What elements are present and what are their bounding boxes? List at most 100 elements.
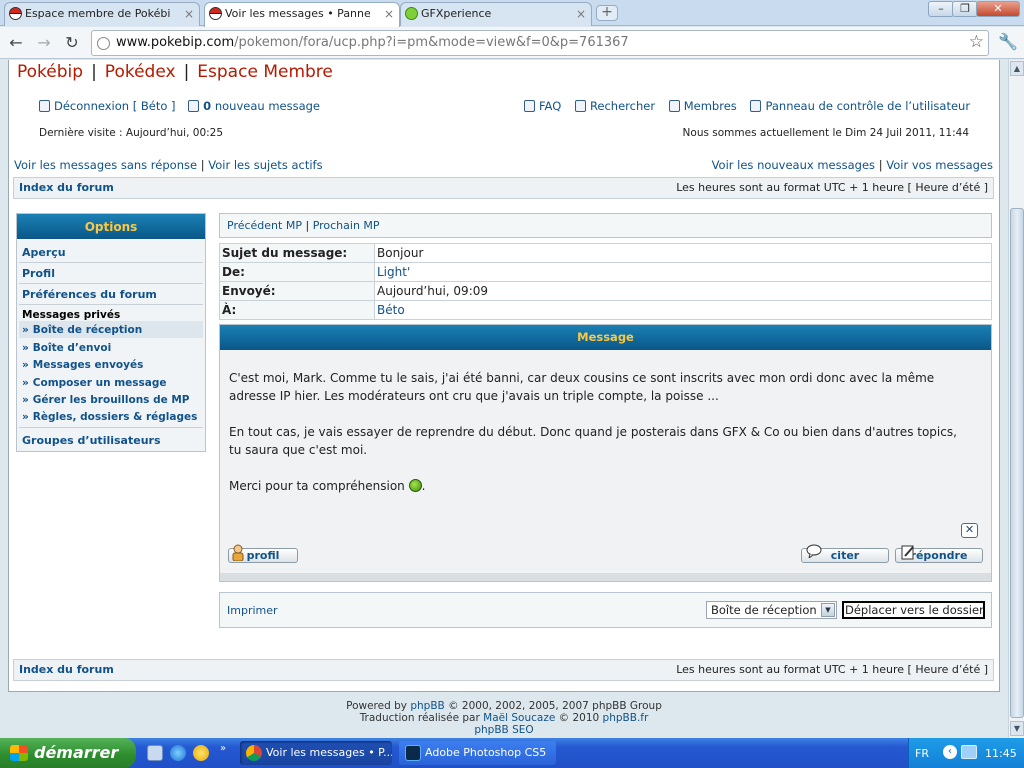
quote-button[interactable]: citer <box>801 544 889 563</box>
to-user-link[interactable]: Béto <box>377 303 405 317</box>
chevron-down-icon[interactable]: ▼ <box>821 603 835 617</box>
brand-espace-membre-link[interactable]: Espace Membre <box>197 62 333 82</box>
ucp-link[interactable]: Panneau de contrôle de l’utilisateur <box>765 99 970 113</box>
maximize-button[interactable]: ❐ <box>952 1 978 17</box>
scroll-up-icon[interactable]: ▲ <box>1010 61 1024 76</box>
phpbb-seo-link[interactable]: phpBB SEO <box>474 724 533 736</box>
tab-espace-membre[interactable]: Espace membre de Pokébip, p × <box>4 2 200 26</box>
options-menu: Options Aperçu Profil Préférences du for… <box>16 213 206 452</box>
tab-voir-les-messages[interactable]: Voir les messages • Panneau c × <box>204 2 400 27</box>
folder-select-value: Boîte de réception <box>711 603 817 617</box>
scroll-down-icon[interactable]: ▼ <box>1010 721 1024 736</box>
close-tab-icon[interactable]: × <box>184 3 194 25</box>
message-panel-title: Message <box>220 325 991 350</box>
menu-item-apercu[interactable]: Aperçu <box>22 246 66 259</box>
network-icon[interactable] <box>961 745 977 759</box>
windows-logo-icon <box>10 745 28 761</box>
quicklaunch-expand-icon[interactable]: » <box>220 743 226 754</box>
table-row: Envoyé: Aujourd’hui, 09:09 <box>219 281 992 301</box>
table-row: De: Light' <box>219 262 992 282</box>
back-arrow-icon[interactable]: ← <box>6 33 26 53</box>
active-topics-link[interactable]: Voir les sujets actifs <box>208 158 322 172</box>
phpbb-link[interactable]: phpBB <box>410 700 444 712</box>
sent-label: Envoyé: <box>219 281 375 301</box>
from-user-link[interactable]: Light' <box>377 265 410 279</box>
tray-expand-icon[interactable]: ‹ <box>943 745 957 759</box>
forum-index-link[interactable]: Index du forum <box>19 181 114 194</box>
next-pm-link[interactable]: Prochain MP <box>313 219 380 232</box>
new-messages-count[interactable]: 0 <box>203 99 211 113</box>
logout-link[interactable]: Déconnexion [ Béto ] <box>54 99 176 113</box>
message-paragraph: En tout cas, je vais essayer de reprendr… <box>229 425 957 457</box>
start-button[interactable]: démarrer <box>0 738 136 768</box>
to-label: À: <box>219 300 375 320</box>
pm-section-title: Messages privés <box>22 309 121 321</box>
report-button[interactable]: ✕ <box>961 523 978 538</box>
logout-icon <box>39 100 50 112</box>
profile-button[interactable]: profil <box>228 544 298 563</box>
messenger-icon[interactable] <box>193 745 209 761</box>
taskbar-window-chrome[interactable]: Voir les messages • P... <box>240 741 392 765</box>
page-scrollbar[interactable]: ▲ ▼ <box>1008 60 1024 738</box>
menu-item-preferences[interactable]: Préférences du forum <box>22 288 157 301</box>
tab-gfxperience[interactable]: GFXperience × <box>400 2 592 26</box>
folder-select[interactable]: Boîte de réception ▼ <box>706 601 837 619</box>
quick-links-right: Voir les nouveaux messages | Voir vos me… <box>712 158 993 172</box>
faq-link[interactable]: FAQ <box>539 99 561 113</box>
url-text[interactable]: www.pokebip.com/pokemon/fora/ucp.php?i=p… <box>116 35 629 50</box>
search-link[interactable]: Rechercher <box>590 99 655 113</box>
unanswered-posts-link[interactable]: Voir les messages sans réponse <box>14 158 197 172</box>
menu-item-drafts[interactable]: Gérer les brouillons de MP <box>22 394 190 406</box>
brand-separator: | <box>91 62 97 82</box>
close-tab-icon[interactable]: × <box>576 3 586 25</box>
new-messages-link[interactable]: nouveau message <box>215 99 320 113</box>
message-paragraph: C'est moi, Mark. Comme tu le sais, j'ai … <box>229 371 935 403</box>
brand-pokebip-link[interactable]: Pokébip <box>17 62 83 82</box>
sent-value: Aujourd’hui, 09:09 <box>374 281 992 301</box>
menu-item-outbox[interactable]: Boîte d’envoi <box>22 342 111 354</box>
taskbar-window-photoshop[interactable]: Adobe Photoshop CS5 <box>399 741 556 765</box>
reply-button[interactable]: répondre <box>895 545 983 563</box>
menu-item-groups[interactable]: Groupes d’utilisateurs <box>22 434 161 447</box>
forum-index-link[interactable]: Index du forum <box>19 663 114 676</box>
bookmark-star-icon[interactable]: ☆ <box>969 32 984 52</box>
footer-text: © 2000, 2002, 2005, 2007 phpBB Group <box>444 700 662 712</box>
members-link[interactable]: Membres <box>684 99 737 113</box>
quick-links-left: Voir les messages sans réponse | Voir le… <box>14 158 323 172</box>
forward-arrow-icon[interactable]: → <box>34 33 54 53</box>
url-host: www.pokebip.com <box>116 35 235 50</box>
menu-item-compose[interactable]: Composer un message <box>22 377 167 389</box>
your-posts-link[interactable]: Voir vos messages <box>886 158 993 172</box>
quote-icon <box>806 544 822 561</box>
minimize-button[interactable]: – <box>928 1 954 17</box>
move-to-folder-button[interactable]: Déplacer vers le dossier <box>842 601 985 619</box>
close-tab-icon[interactable]: × <box>384 3 394 25</box>
brand-pokedex-link[interactable]: Pokédex <box>105 62 176 82</box>
address-bar[interactable]: www.pokebip.com/pokemon/fora/ucp.php?i=p… <box>91 30 989 56</box>
new-posts-link[interactable]: Voir les nouveaux messages <box>712 158 875 172</box>
profile-icon <box>231 544 245 562</box>
internet-explorer-icon[interactable] <box>170 745 186 761</box>
translator-link[interactable]: Maël Soucaze <box>483 712 555 724</box>
previous-pm-link[interactable]: Précédent MP <box>227 219 302 232</box>
footer-text: Powered by <box>346 700 411 712</box>
reload-icon[interactable]: ↻ <box>62 33 82 53</box>
menu-item-rules[interactable]: Règles, dossiers & réglages <box>22 411 198 423</box>
menu-item-inbox[interactable]: Boîte de réception <box>22 324 142 336</box>
page-footer: Powered by phpBB © 2000, 2002, 2005, 200… <box>0 700 1008 736</box>
link-separator: | <box>305 219 310 232</box>
scrollbar-thumb[interactable] <box>1010 208 1024 718</box>
show-desktop-icon[interactable] <box>147 745 163 761</box>
menu-item-profil[interactable]: Profil <box>22 267 55 280</box>
tab-label: Espace membre de Pokébip, p <box>25 7 170 20</box>
language-indicator[interactable]: FR <box>915 747 929 760</box>
menu-item-sent[interactable]: Messages envoyés <box>22 359 144 371</box>
subject-label: Sujet du message: <box>219 243 375 263</box>
close-window-button[interactable]: ✕ <box>976 1 1020 17</box>
phpbb-fr-link[interactable]: phpBB.fr <box>603 712 649 724</box>
current-time: Nous sommes actuellement le Dim 24 Juil … <box>682 127 969 139</box>
new-tab-button[interactable]: + <box>596 5 618 21</box>
wrench-icon[interactable]: 🔧 <box>998 32 1018 51</box>
table-row: Sujet du message: Bonjour <box>219 243 992 263</box>
print-link[interactable]: Imprimer <box>227 604 278 617</box>
